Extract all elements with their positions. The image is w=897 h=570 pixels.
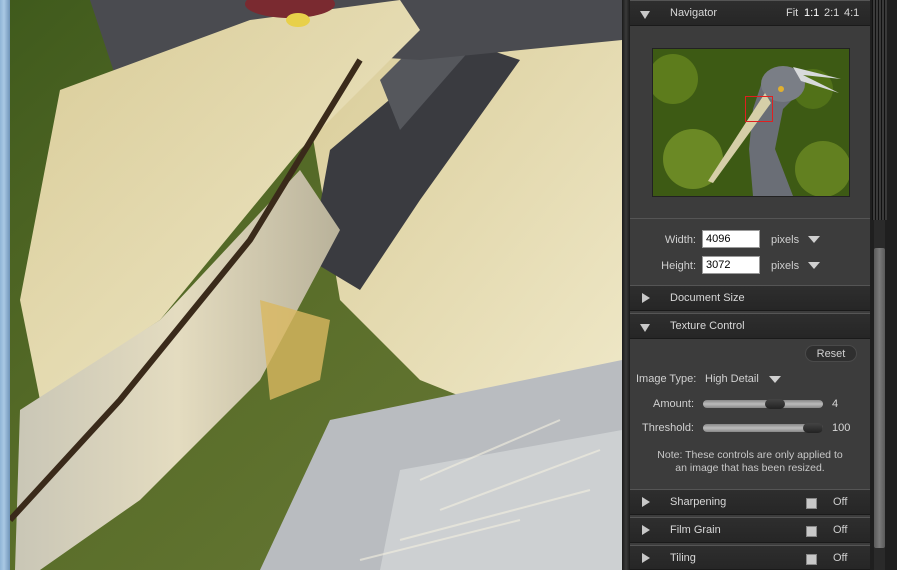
document-size-title: Document Size xyxy=(670,292,745,304)
film-grain-toggle[interactable] xyxy=(806,526,817,537)
threshold-slider[interactable] xyxy=(703,423,823,433)
tiling-title: Tiling xyxy=(670,552,696,564)
texture-control-header[interactable]: Texture Control xyxy=(630,313,870,339)
texture-control-title: Texture Control xyxy=(670,320,745,332)
height-input[interactable] xyxy=(702,256,760,274)
amount-label: Amount: xyxy=(653,398,694,410)
zoomed-heron-image xyxy=(0,0,622,570)
navigator-view-rectangle[interactable] xyxy=(745,96,773,122)
tiling-toggle[interactable] xyxy=(806,554,817,565)
amount-slider[interactable] xyxy=(703,399,823,409)
window-left-edge xyxy=(0,0,10,570)
note-line-1: Note: These controls are only applied to xyxy=(657,449,843,461)
reset-button[interactable]: Reset xyxy=(805,345,857,362)
zoom-2-1-button[interactable]: 2:1 xyxy=(824,7,839,19)
width-label: Width: xyxy=(664,234,696,246)
film-grain-title: Film Grain xyxy=(670,524,721,536)
collapse-triangle-icon[interactable] xyxy=(640,324,650,332)
image-type-dropdown-icon[interactable] xyxy=(769,376,781,383)
sharpening-title: Sharpening xyxy=(670,496,727,508)
height-label: Height: xyxy=(661,260,696,272)
image-type-select[interactable]: High Detail xyxy=(705,373,759,385)
width-unit-select[interactable]: pixels xyxy=(771,234,799,246)
film-grain-state: Off xyxy=(833,524,848,536)
zoom-1-1-button[interactable]: 1:1 xyxy=(804,7,819,19)
note-line-2: an image that has been resized. xyxy=(675,462,825,474)
panel-divider[interactable] xyxy=(622,0,630,570)
image-size-body: Width: pixels Height: pixels xyxy=(630,218,870,285)
navigator-header[interactable]: Navigator Fit 1:1 2:1 4:1 xyxy=(630,0,870,26)
scrollbar-thumb[interactable] xyxy=(874,248,885,548)
width-unit-dropdown-icon[interactable] xyxy=(808,236,820,243)
threshold-value: 100 xyxy=(832,422,851,434)
sharpening-state: Off xyxy=(833,496,848,508)
zoom-fit-button[interactable]: Fit xyxy=(786,7,798,19)
film-grain-header[interactable]: Film Grain Off xyxy=(630,517,870,543)
expand-triangle-icon[interactable] xyxy=(642,497,650,507)
panel-scrollbar[interactable] xyxy=(870,0,897,570)
sharpening-toggle[interactable] xyxy=(806,498,817,509)
tiling-header[interactable]: Tiling Off xyxy=(630,545,870,570)
heron-thumbnail-image xyxy=(653,49,849,196)
threshold-slider-thumb[interactable] xyxy=(803,423,823,433)
texture-control-body: Reset Image Type: High Detail Amount: 4 … xyxy=(630,340,870,488)
scrollbar-grip xyxy=(872,0,887,220)
expand-triangle-icon[interactable] xyxy=(642,553,650,563)
height-unit-select[interactable]: pixels xyxy=(771,260,799,272)
collapse-triangle-icon[interactable] xyxy=(640,11,650,19)
height-unit-dropdown-icon[interactable] xyxy=(808,262,820,269)
amount-value: 4 xyxy=(832,398,839,410)
threshold-label: Threshold: xyxy=(642,422,694,434)
expand-triangle-icon[interactable] xyxy=(642,293,650,303)
amount-slider-thumb[interactable] xyxy=(765,399,785,409)
navigator-body xyxy=(630,26,870,218)
document-size-header[interactable]: Document Size xyxy=(630,285,870,311)
zoom-4-1-button[interactable]: 4:1 xyxy=(844,7,859,19)
tiling-state: Off xyxy=(833,552,848,564)
resize-note: Note: These controls are only applied to… xyxy=(640,449,860,475)
navigator-title: Navigator xyxy=(670,7,718,19)
expand-triangle-icon[interactable] xyxy=(642,525,650,535)
sharpening-header[interactable]: Sharpening Off xyxy=(630,489,870,515)
image-type-label: Image Type: xyxy=(636,373,697,385)
navigator-thumbnail[interactable] xyxy=(652,48,850,197)
image-canvas[interactable] xyxy=(0,0,622,570)
side-panel: Navigator Fit 1:1 2:1 4:1 Width: 4096 pi… xyxy=(630,0,870,570)
width-input[interactable] xyxy=(702,230,760,248)
